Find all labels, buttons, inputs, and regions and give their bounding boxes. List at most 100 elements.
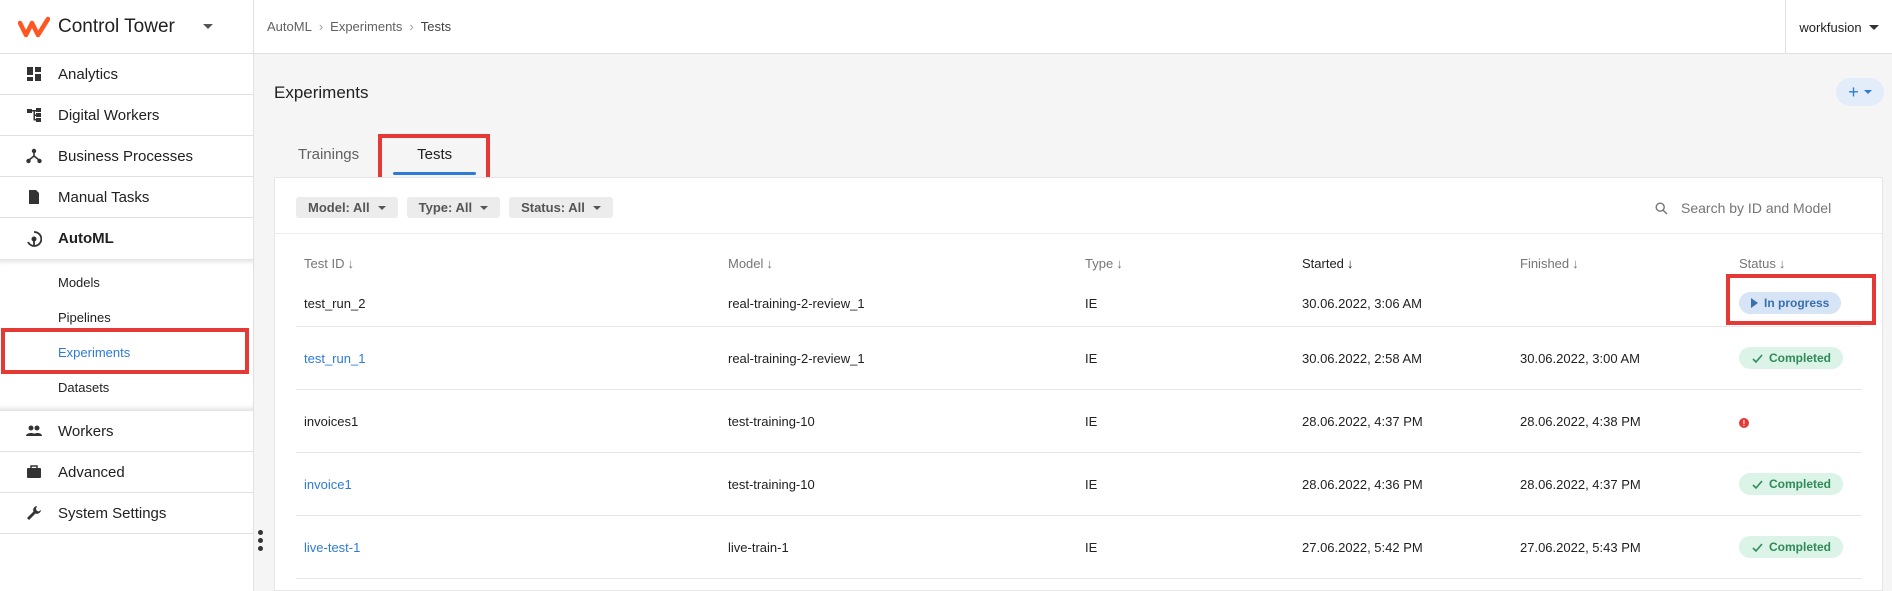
sidebar-item-analytics[interactable]: Analytics bbox=[0, 54, 253, 95]
people-icon bbox=[0, 423, 58, 439]
sidebar-item-label: Analytics bbox=[58, 65, 119, 83]
cell-started: 30.06.2022, 2:58 AM bbox=[1302, 350, 1422, 366]
column-header-finished[interactable]: Finished ↓ bbox=[1512, 256, 1731, 271]
chevron-down-icon bbox=[592, 205, 601, 210]
arrow-down-icon: ↓ bbox=[1572, 255, 1579, 271]
column-header-model[interactable]: Model ↓ bbox=[720, 256, 1077, 271]
check-icon bbox=[1752, 479, 1763, 489]
cell-finished: 27.06.2022, 5:43 PM bbox=[1520, 539, 1641, 555]
cell-test-id: invoice1 bbox=[296, 477, 720, 492]
hierarchy-icon bbox=[0, 107, 58, 123]
chevron-right-icon: › bbox=[409, 19, 414, 34]
test-id-link[interactable]: test_run_1 bbox=[304, 351, 365, 366]
plus-icon: + bbox=[1848, 81, 1859, 102]
search-icon bbox=[1655, 201, 1668, 214]
status-badge: Completed bbox=[1739, 473, 1844, 495]
table-row[interactable]: test_run_2 real-training-2-review_1 IE 3… bbox=[296, 280, 1862, 327]
top-bar: AutoML › Experiments › Tests workfusion bbox=[254, 0, 1892, 54]
tab-tests[interactable]: Tests bbox=[379, 136, 490, 177]
sidebar-subitem-models[interactable]: Models bbox=[0, 265, 253, 300]
column-header-type[interactable]: Type ↓ bbox=[1077, 256, 1294, 271]
table-row[interactable]: invoice1 test-training-10 IE 28.06.2022,… bbox=[296, 453, 1862, 516]
sidebar-item-business-processes[interactable]: Business Processes bbox=[0, 136, 253, 177]
cell-status: ! bbox=[1731, 414, 1862, 429]
arrow-down-icon: ↓ bbox=[347, 255, 354, 271]
chevron-down-icon bbox=[1868, 24, 1879, 30]
sidebar-item-system-settings[interactable]: System Settings bbox=[0, 493, 253, 534]
cell-test-id: live-test-1 bbox=[296, 540, 720, 555]
cell-type: IE bbox=[1085, 539, 1098, 555]
breadcrumb-experiments[interactable]: Experiments bbox=[330, 19, 402, 34]
cell-model: test-training-10 bbox=[728, 413, 815, 429]
status-badge: Completed bbox=[1739, 536, 1844, 558]
column-header-started[interactable]: Started ↓ bbox=[1294, 256, 1512, 271]
cell-type: IE bbox=[1085, 476, 1098, 492]
arrow-down-icon: ↓ bbox=[766, 255, 773, 271]
page-title: Experiments bbox=[274, 83, 369, 102]
sidebar-item-label: System Settings bbox=[58, 504, 167, 522]
cell-model: test-training-10 bbox=[728, 476, 815, 492]
cell-started: 30.06.2022, 3:06 AM bbox=[1302, 295, 1422, 311]
test-id-link[interactable]: invoice1 bbox=[304, 477, 352, 492]
chevron-down-icon bbox=[202, 24, 213, 29]
tests-panel: Model: All Type: All Status: All Test ID… bbox=[274, 177, 1883, 591]
column-label: Finished bbox=[1520, 255, 1570, 271]
account-menu[interactable]: workfusion bbox=[1785, 0, 1892, 54]
breadcrumb: AutoML › Experiments › Tests bbox=[254, 19, 451, 34]
cell-test-id: test_run_2 bbox=[304, 295, 366, 311]
test-id-link[interactable]: live-test-1 bbox=[304, 540, 360, 555]
arrow-down-icon: ↓ bbox=[1116, 255, 1123, 271]
column-label: Status bbox=[1739, 255, 1776, 271]
model-filter[interactable]: Model: All bbox=[296, 197, 398, 218]
column-label: Test ID bbox=[304, 255, 345, 271]
check-icon bbox=[1752, 353, 1763, 363]
brand-switcher[interactable]: Control Tower bbox=[0, 0, 253, 54]
cell-status: Completed bbox=[1731, 473, 1862, 495]
table-row[interactable]: invoices1 test-training-10 IE 28.06.2022… bbox=[296, 390, 1862, 453]
add-button[interactable]: + bbox=[1836, 78, 1884, 106]
cell-model: real-training-2-review_1 bbox=[728, 350, 865, 366]
chevron-right-icon: › bbox=[318, 19, 324, 34]
sidebar-item-advanced[interactable]: Advanced bbox=[0, 452, 253, 493]
tab-trainings[interactable]: Trainings bbox=[274, 136, 379, 177]
app-name: Control Tower bbox=[58, 15, 175, 37]
sidebar-item-automl[interactable]: AutoML bbox=[0, 218, 253, 259]
sidebar-subitem-pipelines[interactable]: Pipelines bbox=[0, 300, 253, 335]
table-row[interactable]: test_run_1 real-training-2-review_1 IE 3… bbox=[296, 327, 1862, 390]
sidebar-subitem-datasets[interactable]: Datasets bbox=[0, 370, 253, 405]
sidebar-item-label: Business Processes bbox=[58, 147, 194, 165]
breadcrumb-automl[interactable]: AutoML bbox=[267, 19, 312, 34]
more-vert-icon[interactable] bbox=[258, 530, 263, 551]
document-icon bbox=[0, 189, 58, 205]
cell-test-id: test_run_1 bbox=[296, 351, 720, 366]
type-filter[interactable]: Type: All bbox=[406, 197, 501, 218]
tabs: Trainings Tests bbox=[274, 136, 490, 177]
cell-status: In progress bbox=[1731, 292, 1862, 314]
table-row[interactable]: live-test-1 live-train-1 IE 27.06.2022, … bbox=[296, 516, 1862, 579]
table-header: Test ID ↓ Model ↓ Type ↓ Started ↓ Finished ↓… bbox=[296, 248, 1862, 278]
chevron-down-icon bbox=[377, 205, 386, 210]
sidebar-item-label: AutoML bbox=[58, 230, 114, 247]
status-badge: In progress bbox=[1739, 292, 1842, 314]
sidebar-item-workers[interactable]: Workers bbox=[0, 411, 253, 452]
account-name: workfusion bbox=[1799, 19, 1862, 35]
status-filter[interactable]: Status: All bbox=[509, 197, 613, 218]
column-header-test-id[interactable]: Test ID ↓ bbox=[296, 256, 720, 271]
sidebar: Control Tower Analytics Digital Workers … bbox=[0, 0, 254, 591]
column-header-status[interactable]: Status ↓ bbox=[1731, 256, 1862, 271]
cell-started: 28.06.2022, 4:36 PM bbox=[1302, 476, 1423, 492]
sidebar-item-digital-workers[interactable]: Digital Workers bbox=[0, 95, 253, 136]
status-label: Completed bbox=[1769, 540, 1832, 554]
sidebar-subitem-experiments[interactable]: Experiments bbox=[0, 335, 253, 370]
error-icon[interactable]: ! bbox=[1739, 418, 1749, 428]
sidebar-item-label: Workers bbox=[58, 422, 114, 440]
automl-icon bbox=[0, 230, 58, 247]
dashboard-icon bbox=[0, 66, 58, 82]
search-input[interactable] bbox=[1681, 200, 1851, 216]
arrow-down-icon: ↓ bbox=[1778, 255, 1786, 271]
chevron-down-icon bbox=[1863, 90, 1872, 94]
cell-finished: 30.06.2022, 3:00 AM bbox=[1520, 350, 1640, 366]
sidebar-item-manual-tasks[interactable]: Manual Tasks bbox=[0, 177, 253, 218]
search-box bbox=[1655, 196, 1855, 220]
cell-status: Completed bbox=[1731, 347, 1862, 369]
